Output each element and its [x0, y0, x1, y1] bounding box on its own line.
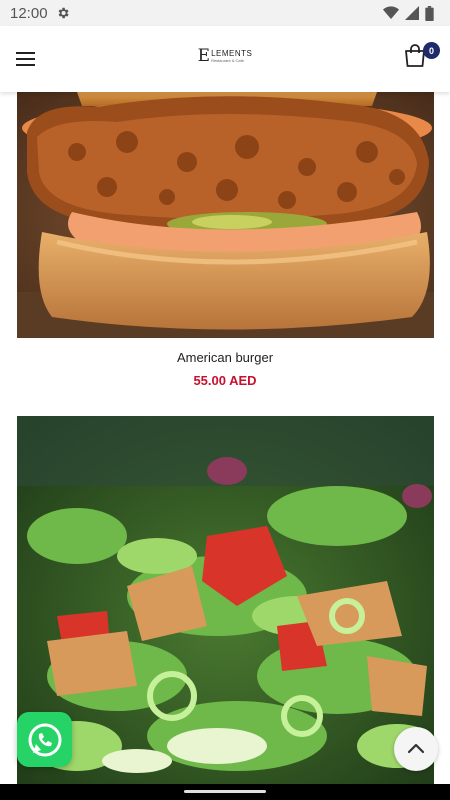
site-logo[interactable]: E LEMENTS Restaurant & Cafe [198, 48, 253, 65]
status-time: 12:00 [10, 4, 48, 22]
wifi-icon [383, 6, 399, 20]
whatsapp-icon[interactable] [17, 712, 72, 767]
product-image-burger[interactable] [17, 92, 434, 338]
gear-icon [56, 6, 70, 20]
cart-count-badge: 0 [423, 42, 440, 59]
logo-mark: E [197, 46, 211, 66]
chevron-up-icon[interactable] [394, 727, 438, 771]
logo-subtitle: Restaurant & Cafe [211, 58, 244, 63]
app-header: E LEMENTS Restaurant & Cafe 0 [0, 26, 450, 92]
product-image-salad[interactable] [17, 416, 434, 784]
product-price: 55.00 AED [193, 373, 257, 388]
product-name[interactable]: American burger [0, 350, 450, 365]
system-navigation-bar [0, 784, 450, 800]
signal-icon [405, 6, 419, 20]
logo-title: LEMENTS [211, 49, 253, 58]
product-list: American burger 55.00 AED [0, 92, 450, 784]
home-gesture-handle[interactable] [184, 790, 266, 793]
battery-icon [425, 5, 434, 21]
hamburger-menu-icon[interactable] [14, 47, 38, 71]
status-bar: 12:00 [0, 0, 450, 26]
